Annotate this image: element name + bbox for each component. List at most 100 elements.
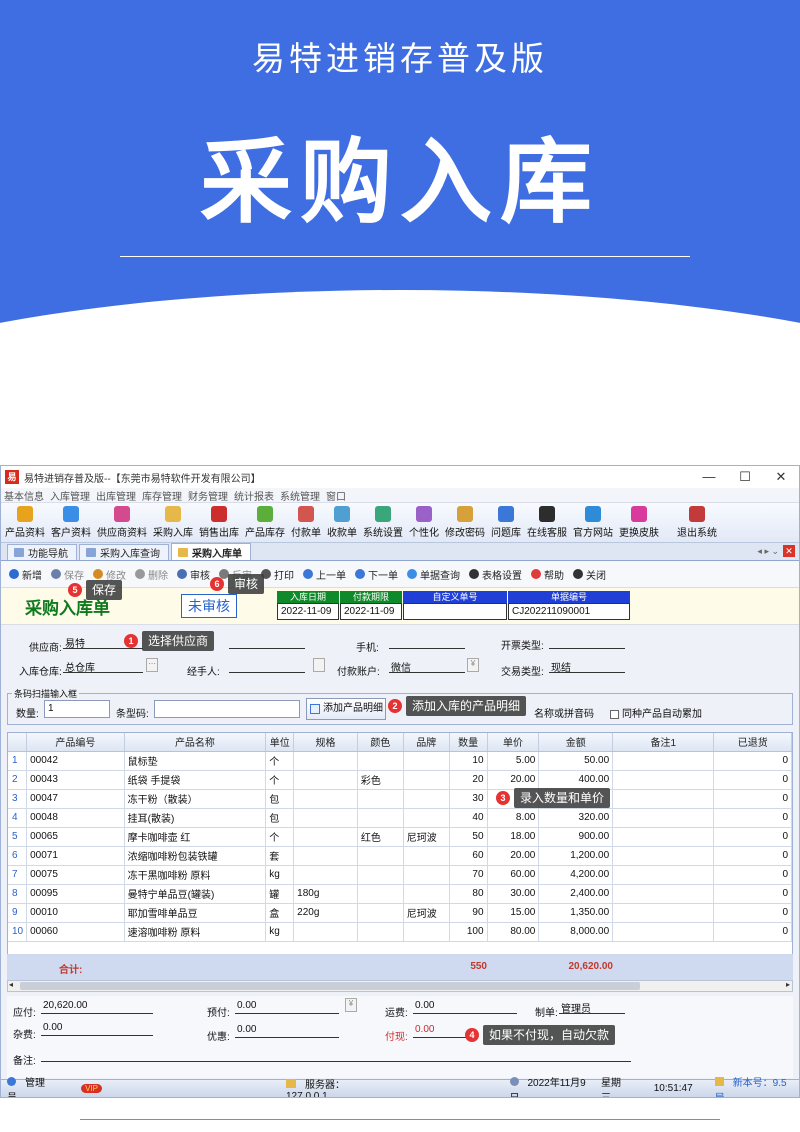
table-cell[interactable]: 00060 bbox=[26, 922, 125, 942]
plus-button[interactable]: 新增 bbox=[9, 567, 42, 582]
tab-purchase-receipt[interactable]: 采购入库单 bbox=[171, 543, 251, 560]
table-cell[interactable]: 挂耳(散装) bbox=[124, 808, 267, 828]
table-cell[interactable]: 包 bbox=[265, 808, 295, 828]
note-field[interactable] bbox=[41, 1048, 631, 1062]
table-cell[interactable] bbox=[293, 846, 358, 866]
toolbar-button[interactable]: 供应商资料 bbox=[97, 506, 147, 539]
prepaid-picker-icon[interactable]: ¥ bbox=[345, 998, 357, 1012]
table-cell[interactable]: 50 bbox=[449, 827, 488, 847]
table-cell[interactable]: 速溶咖啡粉 原料 bbox=[124, 922, 267, 942]
table-row[interactable]: 5 00065 摩卡咖啡壶 红个 红色 尼珂波 50 18.00 900.00 0 bbox=[8, 827, 792, 847]
warehouse-field[interactable]: 总仓库 bbox=[63, 659, 143, 674]
prepaid-field[interactable]: 0.00 bbox=[235, 1000, 339, 1014]
table-cell[interactable]: 40 bbox=[449, 808, 488, 828]
close-window-button[interactable]: ✕ bbox=[763, 469, 799, 485]
table-cell[interactable]: 20 bbox=[449, 770, 488, 790]
table-cell[interactable]: 00010 bbox=[26, 903, 125, 923]
table-cell[interactable]: 0 bbox=[713, 789, 792, 809]
handler-picker-icon[interactable] bbox=[313, 658, 325, 672]
toolbar-button[interactable]: 产品资料 bbox=[5, 506, 45, 539]
menu-item[interactable]: 窗口 bbox=[323, 488, 349, 503]
table-row[interactable]: 2 00043 纸袋 手提袋个 彩色 20 20.00 400.00 0 bbox=[8, 770, 792, 790]
toolbar-button[interactable]: 付款单 bbox=[291, 506, 321, 539]
table-cell[interactable]: 8.00 bbox=[487, 808, 540, 828]
table-cell[interactable]: 彩色 bbox=[357, 770, 404, 790]
table-cell[interactable]: 00043 bbox=[26, 770, 125, 790]
table-cell[interactable] bbox=[403, 846, 450, 866]
account-field[interactable]: 微信 bbox=[389, 659, 465, 674]
table-cell[interactable] bbox=[612, 922, 715, 942]
column-header[interactable]: 已退货 bbox=[713, 733, 792, 752]
toolbar-button[interactable]: 销售出库 bbox=[199, 506, 239, 539]
table-row[interactable]: 9 00010 耶加雪啡单品豆盒 220g 尼珂波 90 15.00 1,350.00 0 bbox=[8, 903, 792, 923]
table-cell[interactable] bbox=[403, 865, 450, 885]
phone-field[interactable] bbox=[389, 635, 465, 649]
table-cell[interactable]: 0 bbox=[713, 808, 792, 828]
barcode-input[interactable] bbox=[154, 700, 300, 718]
toolbar-button[interactable]: 修改密码 bbox=[445, 506, 485, 539]
menu-item[interactable]: 统计报表 bbox=[231, 488, 277, 503]
toolbar-button[interactable]: 系统设置 bbox=[363, 506, 403, 539]
table-cell[interactable]: 0 bbox=[713, 770, 792, 790]
table-cell[interactable] bbox=[403, 808, 450, 828]
table-cell[interactable]: 个 bbox=[265, 827, 295, 847]
maximize-button[interactable]: ☐ bbox=[727, 469, 763, 485]
table-cell[interactable] bbox=[612, 846, 715, 866]
table-cell[interactable]: 盒 bbox=[265, 903, 295, 923]
table-cell[interactable] bbox=[403, 884, 450, 904]
table-cell[interactable]: 罐 bbox=[265, 884, 295, 904]
table-row[interactable]: 10 00060 速溶咖啡粉 原料 kg 100 80.00 8,000.00 0 bbox=[8, 922, 792, 942]
table-cell[interactable]: 0 bbox=[713, 751, 792, 771]
print-button[interactable]: 打印 bbox=[261, 567, 294, 582]
misc-fee-field[interactable]: 0.00 bbox=[41, 1022, 153, 1036]
table-cell[interactable] bbox=[612, 751, 715, 771]
column-header[interactable]: 数量 bbox=[449, 733, 488, 752]
table-cell[interactable] bbox=[612, 903, 715, 923]
table-cell[interactable] bbox=[293, 751, 358, 771]
toolbar-button[interactable]: 采购入库 bbox=[153, 506, 193, 539]
column-header[interactable]: 规格 bbox=[293, 733, 358, 752]
column-header[interactable]: 单价 bbox=[487, 733, 540, 752]
table-cell[interactable]: 个 bbox=[265, 770, 295, 790]
trade-type-field[interactable]: 现结 bbox=[549, 659, 625, 674]
table-cell[interactable]: 纸袋 手提袋 bbox=[124, 770, 267, 790]
table-cell[interactable]: 90 bbox=[449, 903, 488, 923]
table-cell[interactable]: 50.00 bbox=[538, 751, 614, 771]
table-row[interactable]: 4 00048 挂耳(散装) 包 40 8.00 320.00 0 bbox=[8, 808, 792, 828]
invoice-type-field[interactable] bbox=[549, 635, 625, 649]
table-cell[interactable]: 0 bbox=[713, 846, 792, 866]
table-cell[interactable] bbox=[403, 789, 450, 809]
table-cell[interactable]: 80.00 bbox=[487, 922, 540, 942]
table-cell[interactable]: 900.00 bbox=[538, 827, 614, 847]
close-button[interactable]: 关闭 bbox=[573, 567, 606, 582]
table-cell[interactable]: 8,000.00 bbox=[538, 922, 614, 942]
table-cell[interactable] bbox=[293, 808, 358, 828]
scroll-right-icon[interactable]: ▸ bbox=[786, 980, 790, 989]
toolbar-button[interactable]: 退出系统 bbox=[677, 506, 717, 539]
table-cell[interactable]: 1,350.00 bbox=[538, 903, 614, 923]
table-cell[interactable] bbox=[357, 846, 404, 866]
table-cell[interactable]: 30.00 bbox=[487, 884, 540, 904]
menu-item[interactable]: 基本信息 bbox=[1, 488, 47, 503]
table-cell[interactable]: 20.00 bbox=[487, 770, 540, 790]
custom-number-field[interactable] bbox=[403, 603, 507, 620]
table-cell[interactable] bbox=[357, 922, 404, 942]
table-cell[interactable]: 摩卡咖啡壶 红 bbox=[124, 827, 267, 847]
table-cell[interactable] bbox=[357, 903, 404, 923]
table-row[interactable]: 6 00071 浓缩咖啡粉包装铁罐套 60 20.00 1,200.00 0 bbox=[8, 846, 792, 866]
table-cell[interactable]: 15.00 bbox=[487, 903, 540, 923]
table-cell[interactable]: 00042 bbox=[26, 751, 125, 771]
prev-button[interactable]: 上一单 bbox=[303, 567, 346, 582]
menu-item[interactable]: 出库管理 bbox=[93, 488, 139, 503]
table-cell[interactable] bbox=[293, 827, 358, 847]
table-row[interactable]: 8 00095 曼特宁单品豆(罐装) 罐 180g 80 30.00 2,400.00 0 bbox=[8, 884, 792, 904]
table-cell[interactable] bbox=[403, 922, 450, 942]
table-cell[interactable] bbox=[612, 827, 715, 847]
table-cell[interactable]: 曼特宁单品豆(罐装) bbox=[124, 884, 267, 904]
next-button[interactable]: 下一单 bbox=[355, 567, 398, 582]
table-row[interactable]: 1 00042 鼠标垫个 10 5.00 50.00 0 bbox=[8, 751, 792, 771]
table-cell[interactable]: 0 bbox=[713, 827, 792, 847]
table-cell[interactable]: 00065 bbox=[26, 827, 125, 847]
table-cell[interactable]: 18.00 bbox=[487, 827, 540, 847]
column-header[interactable]: 产品名称 bbox=[124, 733, 267, 752]
